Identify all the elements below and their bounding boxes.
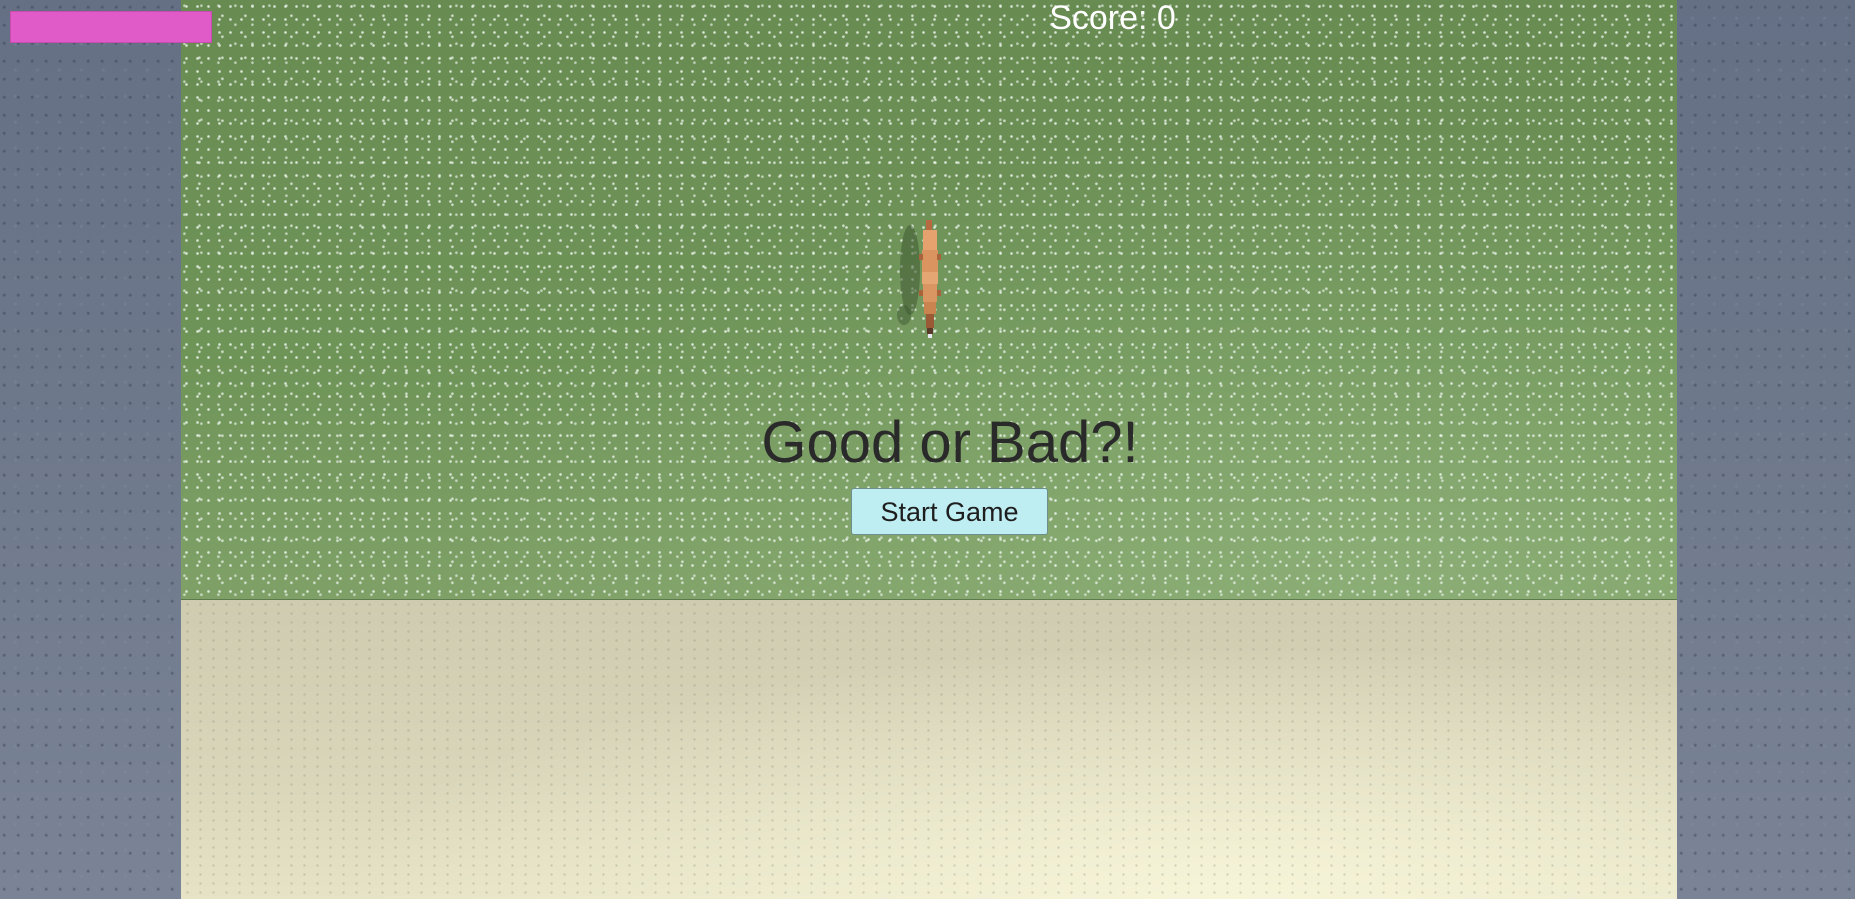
- health-bar: [10, 11, 212, 43]
- sand-floor: [181, 600, 1677, 899]
- score-display: Score: 0: [1049, 0, 1176, 37]
- game-title: Good or Bad?!: [761, 410, 1139, 475]
- fox-icon: [897, 220, 941, 338]
- left-stone-wall: [0, 0, 181, 899]
- game-viewport: Score: 0 Good or Bad?! Start Game: [0, 0, 1855, 899]
- start-game-button[interactable]: Start Game: [851, 488, 1048, 535]
- right-stone-wall: [1677, 0, 1855, 899]
